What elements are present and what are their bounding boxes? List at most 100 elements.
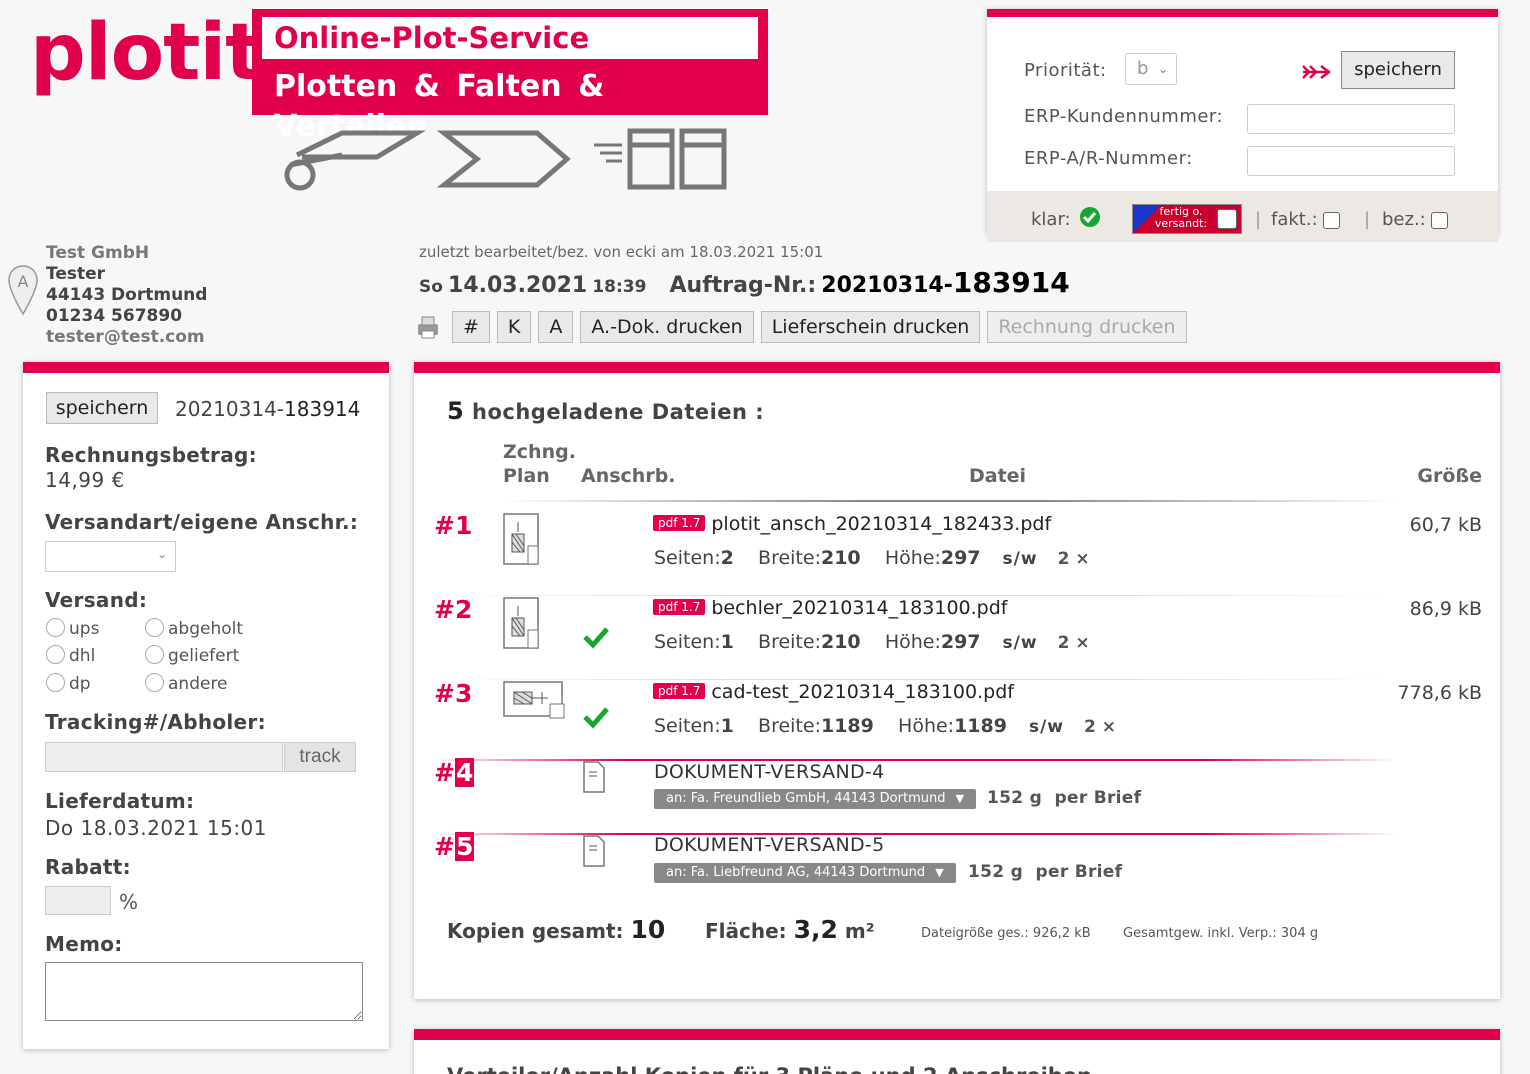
fertig-versandt-label: fertig o. versandt: xyxy=(1154,205,1208,230)
doc-4-name[interactable]: DOKUMENT-VERSAND-4 xyxy=(654,761,884,783)
erp-kundennummer-input[interactable] xyxy=(1247,104,1455,134)
col-anschrb: Anschrb. xyxy=(581,465,676,487)
rechnungsbetrag-value: 14,99 € xyxy=(45,468,125,492)
row-divider xyxy=(434,833,1396,835)
file-2-name[interactable]: pdf 1.7 bechler_20210314_183100.pdf xyxy=(653,597,1007,619)
erp-ar-input[interactable] xyxy=(1247,146,1455,176)
file-2-meta: Seiten:1 Breite:210 Höhe:297 s/w 2 × xyxy=(654,631,1090,653)
order-date: 14.03.2021 xyxy=(448,273,588,298)
versandart-label: Versandart/eigene Anschr.: xyxy=(45,510,359,534)
doc-4-num: #4 xyxy=(434,758,475,787)
col-datei: Datei xyxy=(969,465,1027,487)
doc-5-weight: 152 g per Brief xyxy=(968,862,1123,882)
k-button[interactable]: K xyxy=(496,311,532,343)
order-time: 18:39 xyxy=(592,277,647,297)
doc-5-name[interactable]: DOKUMENT-VERSAND-5 xyxy=(654,834,884,856)
document-icon[interactable] xyxy=(582,760,606,794)
order-weekday: So xyxy=(419,277,443,297)
files-panel: 5 hochgeladene Dateien : Zchng. Plan Ansc… xyxy=(414,362,1500,999)
bez-checkbox[interactable] xyxy=(1431,211,1449,229)
tracking-input[interactable] xyxy=(45,742,283,772)
col-zchng-plan: Zchng. Plan xyxy=(503,441,576,487)
doc-5-address-select[interactable]: an: Fa. Liebfreund AG, 44143 Dortmund ▼ xyxy=(654,863,956,883)
printer-icon[interactable] xyxy=(415,314,441,340)
file-2-num: #2 xyxy=(434,595,473,624)
fakt-checkbox[interactable] xyxy=(1323,211,1341,229)
header-divider xyxy=(503,500,1398,502)
dateigroesse-gesamt: Dateigröße ges.: 926,2 kB xyxy=(921,926,1091,941)
fertig-versandt-toggle[interactable]: fertig o. versandt: xyxy=(1132,204,1242,234)
customer-city: 44143 Dortmund xyxy=(46,285,208,305)
memo-textarea[interactable] xyxy=(45,962,363,1021)
document-icon[interactable] xyxy=(582,834,606,868)
memo-label: Memo: xyxy=(45,932,123,956)
customer-email[interactable]: tester@test.com xyxy=(46,327,207,348)
check-circle-icon[interactable] xyxy=(1079,206,1101,228)
caret-down-icon: ▼ xyxy=(935,866,944,879)
col-groesse: Größe xyxy=(1417,465,1482,487)
rechnung-print-button[interactable]: Rechnung drucken xyxy=(987,311,1187,343)
versand-radio-geliefert[interactable]: geliefert xyxy=(145,645,239,666)
file-1-meta: Seiten:2 Breite:210 Höhe:297 s/w 2 × xyxy=(654,547,1090,569)
print-toolbar: # K A A.-Dok. drucken Lieferschein druck… xyxy=(415,311,1187,343)
separator: | xyxy=(1255,209,1262,230)
file-1-size: 60,7 kB xyxy=(1409,514,1482,536)
order-header: So 14.03.2021 18:39 Auftrag-Nr.: 2021031… xyxy=(419,266,1070,299)
file-3-meta: Seiten:1 Breite:1189 Höhe:1189 s/w 2 × xyxy=(654,715,1117,737)
file-3-num: #3 xyxy=(434,679,473,708)
verteiler-title: Verteiler/Anzahl Kopien für 3 Pläne und … xyxy=(447,1064,1092,1074)
lieferschein-print-button[interactable]: Lieferschein drucken xyxy=(760,311,981,343)
prioritaet-label: Priorität: xyxy=(1024,60,1107,81)
kopien-gesamt: Kopien gesamt: 10 xyxy=(447,915,666,944)
adok-print-button[interactable]: A.-Dok. drucken xyxy=(580,311,754,343)
versand-radio-ups[interactable]: ups xyxy=(46,618,99,639)
gesamtgewicht: Gesamtgew. inkl. Verp.: 304 g xyxy=(1123,926,1319,941)
versand-radio-dhl[interactable]: dhl xyxy=(46,645,95,666)
fertig-versandt-checkbox[interactable] xyxy=(1217,209,1237,229)
hash-button[interactable]: # xyxy=(452,311,490,343)
rabatt-input[interactable] xyxy=(45,886,111,915)
row-divider xyxy=(434,759,1396,761)
location-pin-icon[interactable]: A xyxy=(8,264,38,318)
track-button[interactable]: track xyxy=(284,742,356,772)
save-button-left[interactable]: speichern xyxy=(46,392,158,424)
order-details-panel: speichern 20210314-183914 Rechnungsbetra… xyxy=(23,362,389,1049)
versandart-select[interactable]: ⌄ xyxy=(45,541,176,572)
rechnungsbetrag-label: Rechnungsbetrag: xyxy=(45,443,257,467)
logo-plotit: plotit xyxy=(30,8,262,98)
versand-label: Versand: xyxy=(45,588,148,612)
versand-radio-dp[interactable]: dp xyxy=(46,673,91,694)
verteiler-panel: Verteiler/Anzahl Kopien für 3 Pläne und … xyxy=(414,1029,1500,1074)
klar-label: klar: xyxy=(1031,209,1071,230)
logo-process-icons xyxy=(284,128,727,191)
bez-label: bez.: xyxy=(1382,209,1449,230)
svg-text:A: A xyxy=(18,272,29,291)
versand-radio-abgeholt[interactable]: abgeholt xyxy=(145,618,243,639)
rabatt-unit: % xyxy=(119,890,139,914)
arrow-right-icon xyxy=(1302,65,1332,79)
separator: | xyxy=(1364,209,1371,230)
rabatt-label: Rabatt: xyxy=(45,855,131,879)
check-icon xyxy=(583,627,609,649)
portrait-plan-icon[interactable] xyxy=(502,512,542,566)
portrait-plan-icon[interactable] xyxy=(502,596,542,650)
customer-info: Test GmbH Tester 44143 Dortmund 01234 56… xyxy=(46,243,207,348)
file-1-name[interactable]: pdf 1.7 plotit_ansch_20210314_182433.pdf xyxy=(653,513,1051,535)
save-button-top[interactable]: speichern xyxy=(1341,51,1455,89)
check-icon xyxy=(583,707,609,729)
lieferdatum-label: Lieferdatum: xyxy=(45,789,195,813)
doc-4-address-select[interactable]: an: Fa. Freundlieb GmbH, 44143 Dortmund … xyxy=(654,789,977,809)
order-nr-label: Auftrag-Nr.: xyxy=(669,273,817,298)
erp-ar-label: ERP-A/R-Nummer: xyxy=(1024,148,1193,169)
order-nr-suffix: 183914 xyxy=(952,266,1070,299)
file-1-num: #1 xyxy=(434,511,473,540)
last-edited: zuletzt bearbeitet/bez. von ecki am 18.0… xyxy=(419,243,824,261)
a-button[interactable]: A xyxy=(538,311,574,343)
landscape-plan-icon[interactable] xyxy=(502,680,568,722)
customer-name: Tester xyxy=(46,264,106,284)
file-2-size: 86,9 kB xyxy=(1409,598,1482,620)
versand-radio-andere[interactable]: andere xyxy=(145,673,228,694)
file-3-name[interactable]: pdf 1.7 cad-test_20210314_183100.pdf xyxy=(653,681,1014,703)
fakt-label: fakt.: xyxy=(1271,209,1341,230)
prioritaet-select[interactable]: b ⌄ xyxy=(1125,53,1177,85)
